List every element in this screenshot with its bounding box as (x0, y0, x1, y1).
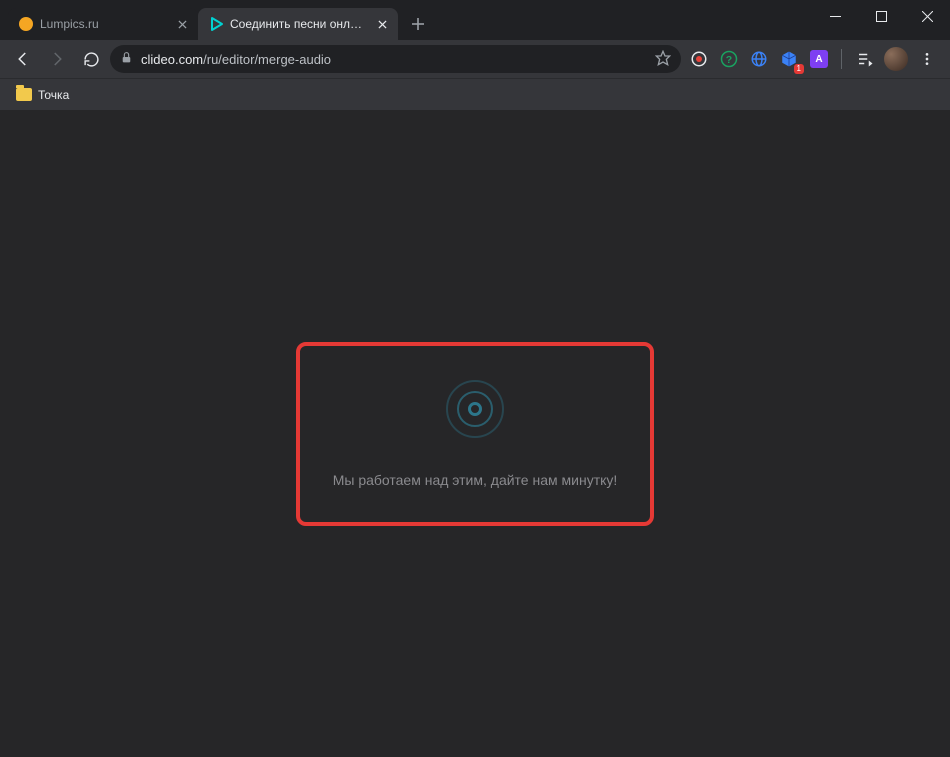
separator (841, 49, 842, 69)
url-text: clideo.com/ru/editor/merge-audio (141, 52, 647, 67)
reload-button[interactable] (76, 44, 106, 74)
tab-title: Lumpics.ru (40, 17, 168, 31)
tab-clideo[interactable]: Соединить песни онлайн — Со (198, 8, 398, 40)
url-host: clideo.com (141, 52, 203, 67)
address-bar[interactable]: clideo.com/ru/editor/merge-audio (110, 45, 681, 73)
reading-list-button[interactable] (850, 44, 880, 74)
close-icon[interactable] (174, 16, 190, 32)
toolbar: clideo.com/ru/editor/merge-audio ? 1 A (0, 40, 950, 78)
close-icon[interactable] (374, 16, 390, 32)
folder-icon (16, 88, 32, 101)
lock-icon (120, 51, 133, 67)
yandex-ext-icon[interactable] (685, 45, 713, 73)
window-close-button[interactable] (904, 0, 950, 32)
titlebar: Lumpics.ru Соединить песни онлайн — Со (0, 0, 950, 40)
browser-window: Lumpics.ru Соединить песни онлайн — Со (0, 0, 950, 757)
favicon-lumpics (18, 16, 34, 32)
bookmark-folder-tochka[interactable]: Точка (10, 84, 75, 106)
profile-avatar[interactable] (884, 47, 908, 71)
globe-ext-icon[interactable] (745, 45, 773, 73)
blocker-ext-icon[interactable]: A (805, 45, 833, 73)
browser-menu-button[interactable] (912, 44, 942, 74)
cube-ext-icon[interactable]: 1 (775, 45, 803, 73)
bookmark-label: Точка (38, 88, 69, 102)
bookmarks-bar: Точка (0, 78, 950, 110)
new-tab-button[interactable] (404, 10, 432, 38)
bookmark-star-button[interactable] (655, 50, 671, 69)
loading-message: Мы работаем над этим, дайте нам минутку! (333, 472, 618, 488)
forward-button[interactable] (42, 44, 72, 74)
back-button[interactable] (8, 44, 38, 74)
tab-lumpics[interactable]: Lumpics.ru (8, 8, 198, 40)
url-path: /ru/editor/merge-audio (203, 52, 331, 67)
help-ext-icon[interactable]: ? (715, 45, 743, 73)
favicon-clideo (208, 16, 224, 32)
tab-title: Соединить песни онлайн — Со (230, 17, 368, 31)
tab-strip: Lumpics.ru Соединить песни онлайн — Со (0, 0, 432, 40)
loading-spinner-icon (446, 380, 504, 438)
extension-tray: ? 1 A (685, 45, 833, 73)
window-maximize-button[interactable] (858, 0, 904, 32)
window-controls (812, 0, 950, 32)
svg-text:?: ? (726, 54, 732, 66)
page-content: Мы работаем над этим, дайте нам минутку! (0, 110, 950, 757)
window-minimize-button[interactable] (812, 0, 858, 32)
badge: 1 (794, 64, 804, 74)
highlighted-loading-panel: Мы работаем над этим, дайте нам минутку! (296, 342, 654, 526)
